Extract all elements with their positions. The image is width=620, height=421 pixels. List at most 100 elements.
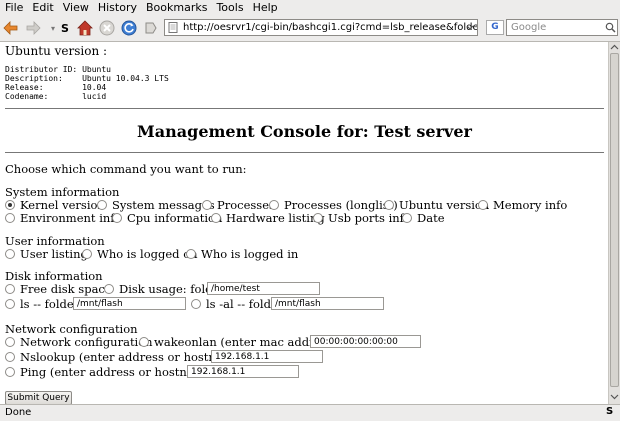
radio-button[interactable] — [112, 213, 122, 223]
bookmark-button[interactable] — [142, 19, 160, 37]
output-line: Description: Ubuntu 10.04.3 LTS — [5, 74, 169, 83]
scrollbar-thumb[interactable] — [610, 53, 619, 387]
scroll-down-icon[interactable] — [610, 392, 619, 401]
divider — [5, 108, 604, 109]
forward-arrow-icon — [26, 21, 41, 35]
menu-help[interactable]: Help — [253, 1, 278, 14]
instruction-text: Choose which command you want to run: — [5, 162, 247, 176]
bookmark-icon — [145, 22, 157, 34]
radio-button[interactable] — [5, 200, 15, 210]
status-text: Done — [5, 407, 32, 418]
back-arrow-icon — [3, 21, 18, 35]
page-title: Management Console for: Test server — [137, 122, 472, 141]
option-who-is-logged-on[interactable]: Who is logged on — [82, 247, 198, 261]
radio-button[interactable] — [5, 249, 15, 259]
url-bar[interactable]: http://oesrvr1/cgi-bin/bashcgi1.cgi?cmd=… — [164, 19, 478, 36]
option-system-messages[interactable]: System messages — [97, 198, 215, 212]
menu-edit[interactable]: Edit — [32, 1, 53, 14]
option-memory-info[interactable]: Memory info — [478, 198, 567, 212]
radio-button[interactable] — [402, 213, 412, 223]
home-button[interactable] — [76, 19, 94, 37]
s-addon-icon[interactable]: S — [606, 406, 613, 417]
menu-tools[interactable]: Tools — [216, 1, 243, 14]
option-ping[interactable]: Ping (enter address or hostname) — [5, 365, 216, 379]
radio-button[interactable] — [5, 213, 15, 223]
option-user-listing[interactable]: User listing — [5, 247, 88, 261]
option-processes-longlist[interactable]: Processes (longlist) — [269, 198, 398, 212]
radio-button[interactable] — [5, 284, 15, 294]
radio-button[interactable] — [269, 200, 279, 210]
radio-button[interactable] — [5, 337, 15, 347]
forward-button[interactable] — [24, 19, 42, 37]
radio-button[interactable] — [5, 299, 15, 309]
menu-file[interactable]: File — [5, 1, 23, 14]
radio-button[interactable] — [191, 299, 201, 309]
option-network-configuration[interactable]: Network configuration — [5, 335, 153, 349]
menu-history[interactable]: History — [98, 1, 137, 14]
option-free-disk-space[interactable]: Free disk space — [5, 282, 112, 296]
radio-button[interactable] — [97, 200, 107, 210]
option-ubuntu-version[interactable]: Ubuntu version — [384, 198, 489, 212]
option-environment-info[interactable]: Environment info — [5, 211, 121, 225]
search-input[interactable]: Google — [506, 19, 618, 36]
magnifier-icon[interactable] — [605, 22, 616, 33]
radio-button[interactable] — [5, 367, 15, 377]
radio-button[interactable] — [5, 352, 15, 362]
ls-al-folder-input[interactable]: /mnt/flash — [271, 297, 384, 310]
radio-button[interactable] — [186, 249, 196, 259]
option-kernel-version[interactable]: Kernel version — [5, 198, 105, 212]
status-bar: Done S — [0, 404, 620, 421]
output-line: Release: 10.04 — [5, 83, 107, 92]
radio-button[interactable] — [82, 249, 92, 259]
radio-button[interactable] — [211, 213, 221, 223]
mac-address-input[interactable]: 00:00:00:00:00:00 — [310, 335, 421, 348]
ping-input[interactable]: 192.168.1.1 — [187, 365, 299, 378]
url-text: http://oesrvr1/cgi-bin/bashcgi1.cgi?cmd=… — [183, 22, 477, 33]
stop-button[interactable] — [98, 19, 116, 37]
radio-button[interactable] — [202, 200, 212, 210]
scroll-up-icon[interactable] — [610, 43, 619, 52]
option-processes[interactable]: Processes — [202, 198, 275, 212]
option-nslookup[interactable]: Nslookup (enter address or hostname) — [5, 350, 245, 364]
search-placeholder: Google — [511, 22, 547, 33]
output-line: Codename: lucid — [5, 92, 107, 101]
option-cpu-information[interactable]: Cpu information — [112, 211, 222, 225]
nslookup-input[interactable]: 192.168.1.1 — [211, 350, 323, 363]
home-icon — [77, 20, 93, 36]
s-icon[interactable]: S — [56, 19, 74, 37]
option-ls-folder[interactable]: ls -- folder — [5, 297, 79, 311]
radio-button[interactable] — [104, 284, 114, 294]
menu-view[interactable]: View — [63, 1, 89, 14]
menu-bar: File Edit View History Bookmarks Tools H… — [0, 0, 620, 15]
radio-button[interactable] — [139, 337, 149, 347]
radio-button[interactable] — [313, 213, 323, 223]
section-label-network: Network configuration — [5, 322, 138, 336]
option-wakeonlan[interactable]: wakeonlan (enter mac address) — [139, 335, 338, 349]
section-label-system: System information — [5, 185, 120, 199]
option-ls-al-folder[interactable]: ls -al -- folder — [191, 297, 283, 311]
search-engine-icon[interactable]: G — [486, 20, 504, 35]
section-label-user: User information — [5, 234, 105, 248]
radio-button[interactable] — [384, 200, 394, 210]
vertical-scrollbar[interactable] — [608, 42, 620, 404]
section-label-disk: Disk information — [5, 269, 103, 283]
option-usb-ports-info[interactable]: Usb ports info — [313, 211, 411, 225]
disk-usage-folder-input[interactable]: /home/test — [207, 282, 320, 295]
option-who-is-logged-in[interactable]: Who is logged in — [186, 247, 298, 261]
output-heading: Ubuntu version : — [5, 44, 108, 58]
page-icon — [168, 22, 178, 33]
url-dropdown-icon[interactable] — [465, 22, 475, 33]
back-button[interactable] — [2, 19, 20, 37]
page-content: Ubuntu version : Distributor ID: Ubuntu … — [0, 42, 608, 404]
option-date[interactable]: Date — [402, 211, 445, 225]
ls-folder-input[interactable]: /mnt/flash — [73, 297, 186, 310]
option-hardware-listing[interactable]: Hardware listing — [211, 211, 325, 225]
stop-icon — [99, 20, 115, 36]
menu-bookmarks[interactable]: Bookmarks — [146, 1, 207, 14]
reload-button[interactable] — [120, 19, 138, 37]
submit-query-button[interactable]: Submit Query — [5, 391, 72, 405]
output-line: Distributor ID: Ubuntu — [5, 65, 111, 74]
divider — [5, 152, 604, 153]
reload-icon — [121, 20, 137, 36]
radio-button[interactable] — [478, 200, 488, 210]
